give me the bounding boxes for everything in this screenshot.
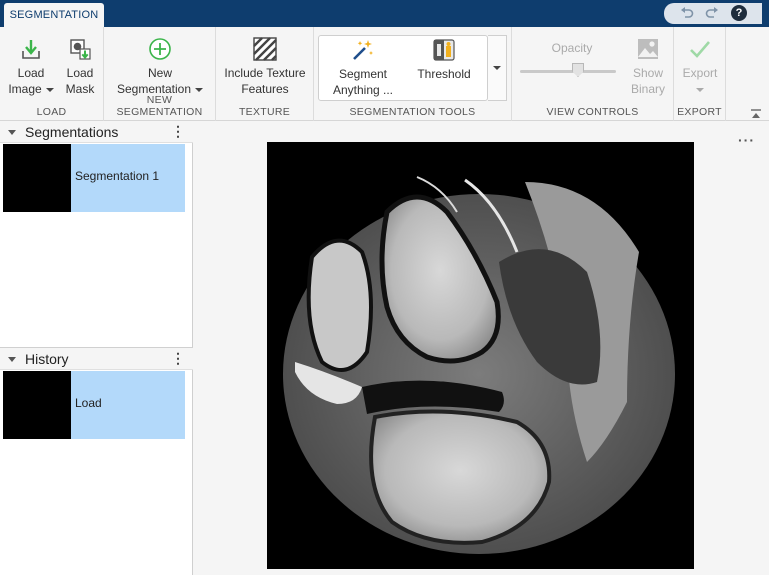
threshold-label: Threshold	[417, 67, 471, 81]
add-circle-icon	[149, 38, 171, 60]
new-segmentation-label-1: New	[147, 66, 172, 80]
load-mask-label-1: Load	[66, 66, 94, 80]
include-texture-label-2: Features	[241, 82, 289, 96]
toolstrip: Load Image Load Mask LOAD New Segmentati…	[0, 27, 769, 121]
segmentation-tools-more-button[interactable]	[488, 35, 507, 101]
chevron-down-icon	[696, 87, 704, 92]
group-export: Export EXPORT	[674, 27, 726, 121]
title-bar: SEGMENTATION ?	[0, 0, 769, 27]
segmentation-list-item[interactable]: Segmentation 1	[3, 144, 185, 212]
new-segmentation-button[interactable]: New Segmentation	[110, 37, 210, 97]
image-canvas[interactable]	[267, 142, 694, 569]
collapse-triangle-icon[interactable]	[8, 130, 16, 135]
load-mask-icon	[70, 39, 91, 60]
checkmark-icon	[690, 41, 710, 58]
group-label-texture: TEXTURE	[238, 106, 291, 118]
group-label-load: LOAD	[36, 106, 67, 118]
history-panel-header[interactable]: History ⋮	[0, 348, 193, 370]
left-panel: Segmentations ⋮ Segmentation 1 History ⋮…	[0, 121, 193, 575]
history-panel-title: History	[25, 351, 69, 367]
mri-knee-image	[267, 142, 694, 569]
chevron-down-icon	[195, 87, 204, 92]
segment-anything-label-1: Segment	[338, 67, 388, 81]
show-binary-label-1: Show	[632, 66, 664, 80]
segment-anything-button[interactable]: Segment Anything ...	[325, 38, 401, 98]
load-image-button[interactable]: Load Image	[6, 37, 56, 97]
export-button[interactable]: Export	[678, 37, 722, 97]
group-new-segmentation: New Segmentation NEW SEGMENTATION	[104, 27, 216, 121]
undo-icon[interactable]	[678, 5, 696, 22]
load-image-label-1: Load	[17, 66, 45, 80]
binary-image-icon	[638, 39, 658, 59]
history-list-item[interactable]: Load	[3, 371, 185, 439]
segmentation-tools-gallery: Segment Anything ... Threshold	[318, 35, 488, 101]
group-label-segmentation-tools: SEGMENTATION TOOLS	[349, 106, 476, 118]
threshold-icon	[433, 39, 455, 61]
threshold-button[interactable]: Threshold	[409, 38, 479, 82]
more-options-icon[interactable]: ···	[738, 132, 755, 148]
history-thumbnail	[3, 371, 71, 439]
kebab-menu-icon[interactable]: ⋮	[171, 124, 185, 138]
show-binary-button[interactable]: Show Binary	[628, 37, 668, 97]
opacity-label: Opacity	[551, 41, 593, 55]
quick-access-toolbar: ?	[664, 3, 762, 24]
chevron-down-icon	[493, 66, 501, 70]
segmentation-item-label: Segmentation 1	[75, 169, 160, 183]
group-texture: Include Texture Features TEXTURE	[216, 27, 314, 121]
segmentations-panel-header[interactable]: Segmentations ⋮	[0, 121, 193, 143]
collapse-toolstrip-icon[interactable]	[750, 108, 762, 120]
help-icon[interactable]: ?	[731, 5, 747, 21]
load-mask-button[interactable]: Load Mask	[60, 37, 100, 97]
load-image-label-2: Image	[8, 82, 42, 96]
collapse-triangle-icon[interactable]	[8, 357, 16, 362]
group-label-export: EXPORT	[677, 106, 722, 118]
image-view-panel: ···	[194, 121, 769, 575]
redo-icon[interactable]	[703, 5, 721, 22]
kebab-menu-icon[interactable]: ⋮	[171, 351, 185, 365]
show-binary-label-2: Binary	[630, 82, 665, 96]
load-mask-label-2: Mask	[65, 82, 95, 96]
group-label-new-segmentation: NEW SEGMENTATION	[116, 94, 203, 118]
tab-segmentation[interactable]: SEGMENTATION	[4, 3, 104, 27]
texture-icon	[253, 37, 277, 61]
load-image-icon	[22, 40, 40, 59]
chevron-down-icon	[45, 87, 54, 92]
group-label-view-controls: VIEW CONTROLS	[546, 106, 639, 118]
segmentations-panel-title: Segmentations	[25, 124, 119, 140]
magic-wand-icon	[353, 40, 373, 60]
segmentation-thumbnail	[3, 144, 71, 212]
include-texture-label-1: Include Texture	[224, 66, 306, 80]
group-load: Load Image Load Mask LOAD	[0, 27, 104, 121]
group-view-controls: Opacity Show Binary VIEW CONTROLS	[512, 27, 674, 121]
export-label: Export	[682, 66, 718, 80]
segment-anything-label-2: Anything ...	[332, 83, 394, 97]
history-item-label: Load	[75, 396, 102, 410]
opacity-slider-track[interactable]	[520, 70, 616, 73]
include-texture-features-button[interactable]: Include Texture Features	[220, 37, 310, 97]
